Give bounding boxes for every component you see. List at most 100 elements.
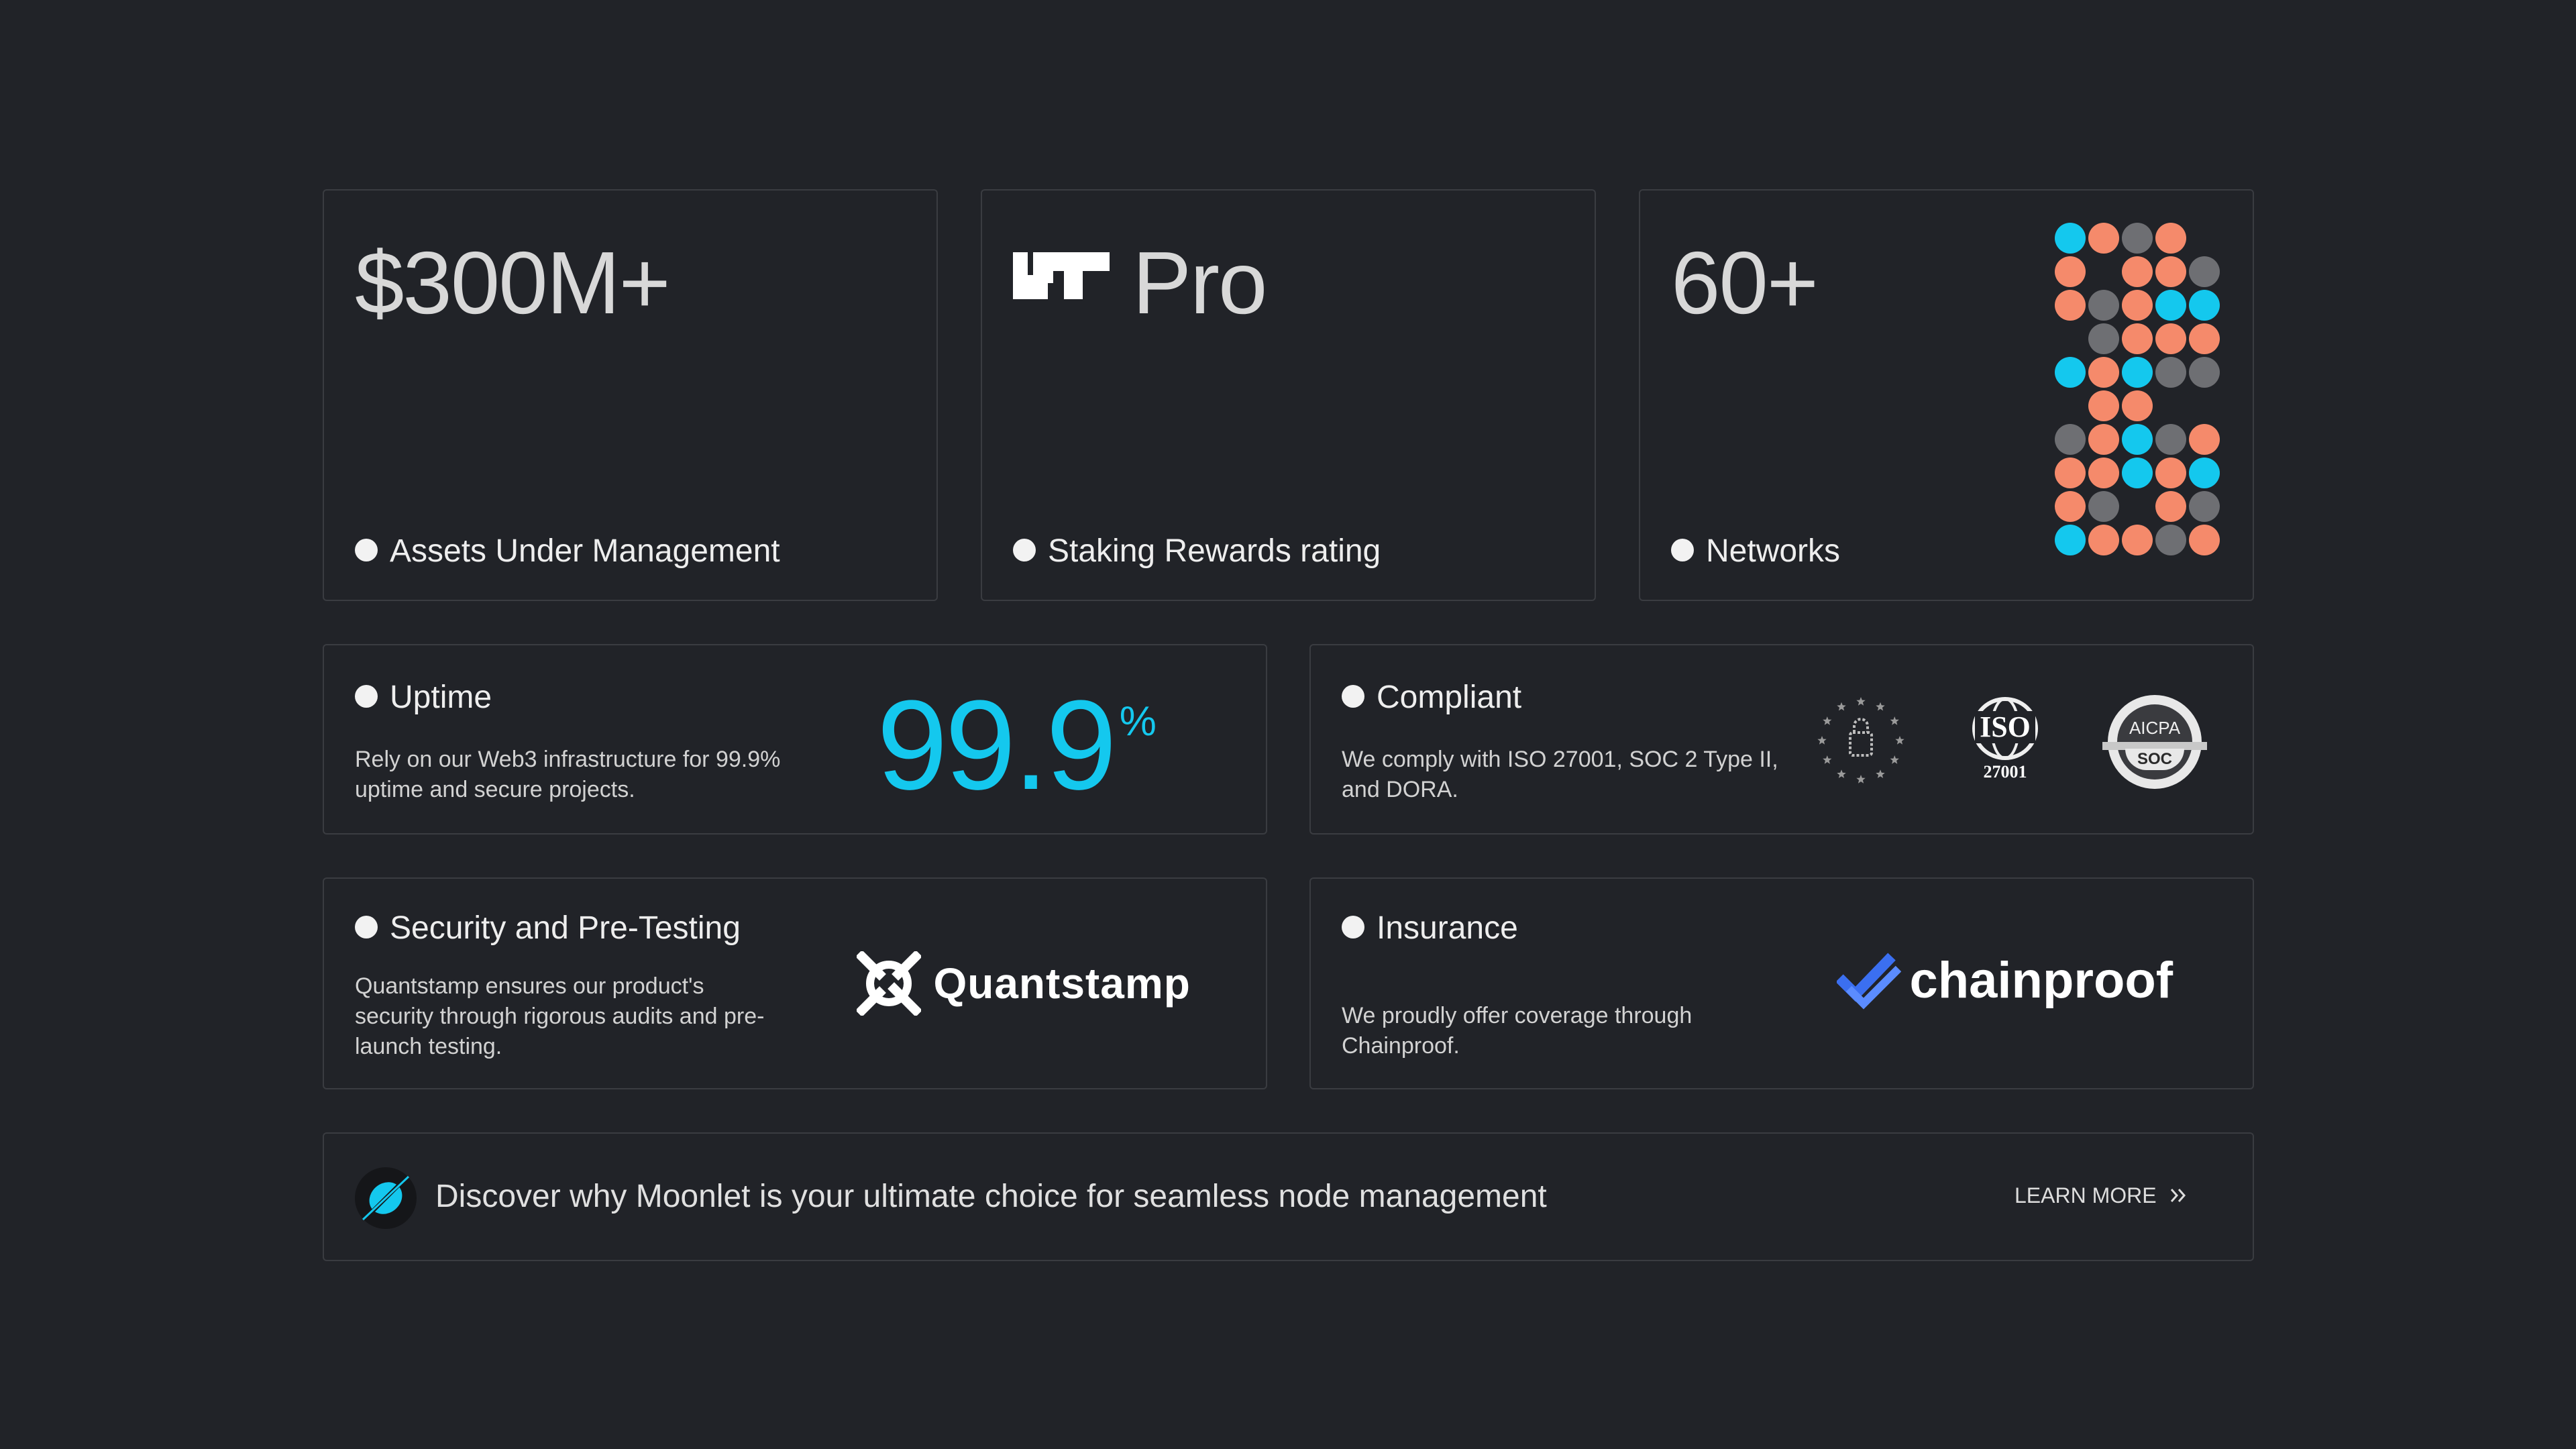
assets-label: Assets Under Management <box>390 533 780 569</box>
rating-label: Staking Rewards rating <box>1048 533 1381 569</box>
eu-star-icon <box>1890 716 1899 725</box>
assets-card: $300M+ Assets Under Management <box>323 189 938 601</box>
uptime-label-row: Uptime <box>355 679 492 716</box>
networks-value: 60+ <box>1671 233 1819 332</box>
network-dot <box>2055 525 2086 555</box>
bullet-dot <box>355 539 378 562</box>
eu-star-icon <box>1837 702 1846 711</box>
network-dot <box>2122 290 2153 321</box>
network-dot <box>2155 458 2186 488</box>
network-dot <box>2189 323 2220 354</box>
network-dot <box>2155 491 2186 522</box>
network-dot <box>2055 223 2086 254</box>
bullet-dot <box>1013 539 1036 562</box>
rating-value: Pro <box>1132 233 1267 332</box>
learn-more-link[interactable]: LEARN MORE <box>2015 1183 2189 1208</box>
networks-card: 60+ Networks <box>1639 189 2254 601</box>
bullet-dot <box>355 916 378 939</box>
eu-star-icon <box>1895 736 1904 745</box>
insurance-label: Insurance <box>1377 910 1518 946</box>
uptime-card: Uptime Rely on our Web3 infrastructure f… <box>323 644 1267 835</box>
chainproof-check-icon <box>1835 953 1902 1010</box>
insurance-label-row: Insurance <box>1342 910 1518 947</box>
networks-label: Networks <box>1706 533 1841 569</box>
networks-label-row: Networks <box>1671 533 1840 570</box>
network-dot <box>2088 491 2119 522</box>
aicpa-text: AICPA <box>2129 718 2181 738</box>
eu-star-icon <box>1823 716 1832 725</box>
uptime-label: Uptime <box>390 680 492 715</box>
network-dot <box>2055 290 2086 321</box>
quantstamp-wordmark: Quantstamp <box>933 959 1191 1008</box>
network-dot <box>2189 491 2220 522</box>
eu-star-icon <box>1876 702 1885 711</box>
eu-star-icon <box>1876 769 1885 778</box>
banner-text: Discover why Moonlet is your ultimate ch… <box>435 1179 1547 1214</box>
network-dot <box>2055 491 2086 522</box>
iso-text: ISO <box>1975 711 2035 743</box>
assets-value: $300M+ <box>355 233 671 332</box>
uptime-description: Rely on our Web3 infrastructure for 99.9… <box>355 747 781 802</box>
security-card: Security and Pre-Testing Quantstamp ensu… <box>323 877 1267 1089</box>
eu-star-icon <box>1856 775 1866 784</box>
network-dot <box>2155 290 2186 321</box>
network-dot <box>2155 357 2186 388</box>
network-dot <box>2055 357 2086 388</box>
rating-label-row: Staking Rewards rating <box>1013 533 1381 570</box>
network-dot <box>2155 223 2186 254</box>
network-dot <box>2189 256 2220 287</box>
uptime-value: 99.9 <box>877 674 1117 816</box>
iso-27001-badge: ISO 27001 <box>1968 696 2042 784</box>
aicpa-soc-badge: AICPA SOC <box>2102 695 2207 789</box>
security-description: Quantstamp ensures our product's securit… <box>355 973 765 1059</box>
network-dot <box>2122 357 2153 388</box>
insurance-description: We proudly offer coverage through Chainp… <box>1342 1003 1693 1059</box>
compliant-description: We comply with ISO 27001, SOC 2 Type II,… <box>1342 747 1778 802</box>
network-dot <box>2088 290 2119 321</box>
network-dot <box>2122 424 2153 455</box>
moonlet-logo-icon <box>355 1167 417 1229</box>
uptime-unit: % <box>1119 698 1157 745</box>
network-dot <box>2055 458 2086 488</box>
bullet-dot <box>355 685 378 708</box>
bullet-dot <box>1671 539 1694 562</box>
cta-banner: Discover why Moonlet is your ultimate ch… <box>323 1132 2254 1261</box>
network-dot <box>2122 323 2153 354</box>
security-label-row: Security and Pre-Testing <box>355 910 741 947</box>
network-dot <box>2088 323 2119 354</box>
network-dot <box>2088 458 2119 488</box>
assets-label-row: Assets Under Management <box>355 533 780 570</box>
network-dot <box>2155 323 2186 354</box>
eu-star-icon <box>1856 697 1866 706</box>
compliant-card: Compliant We comply with ISO 27001, SOC … <box>1309 644 2254 835</box>
security-label: Security and Pre-Testing <box>390 910 741 946</box>
network-dot <box>2189 290 2220 321</box>
network-dot <box>2055 256 2086 287</box>
eu-star-icon <box>1890 755 1899 764</box>
network-dot <box>2122 256 2153 287</box>
network-dot <box>2189 458 2220 488</box>
network-dot <box>2189 357 2220 388</box>
network-dot <box>2122 525 2153 555</box>
network-dot <box>2155 256 2186 287</box>
network-dot <box>2088 390 2119 421</box>
learn-more-label: LEARN MORE <box>2015 1183 2157 1208</box>
network-dot <box>2088 223 2119 254</box>
rating-card: Pro Staking Rewards rating <box>981 189 1596 601</box>
compliant-label: Compliant <box>1377 680 1522 715</box>
soc-text: SOC <box>2137 750 2172 768</box>
network-dot <box>2088 357 2119 388</box>
network-dot <box>2122 458 2153 488</box>
chainproof-logo: chainproof <box>1835 950 2173 1010</box>
bullet-dot <box>1342 916 1364 939</box>
staking-rewards-logo-icon <box>1013 252 1110 299</box>
compliant-label-row: Compliant <box>1342 679 1521 716</box>
dora-eu-badge-icon <box>1817 697 1904 784</box>
eu-star-icon <box>1837 769 1846 778</box>
network-dot <box>2122 390 2153 421</box>
network-dot <box>2088 525 2119 555</box>
network-dot <box>2055 424 2086 455</box>
double-chevron-right-icon <box>2171 1188 2186 1202</box>
eu-star-icon <box>1823 755 1832 764</box>
network-dot <box>2189 424 2220 455</box>
